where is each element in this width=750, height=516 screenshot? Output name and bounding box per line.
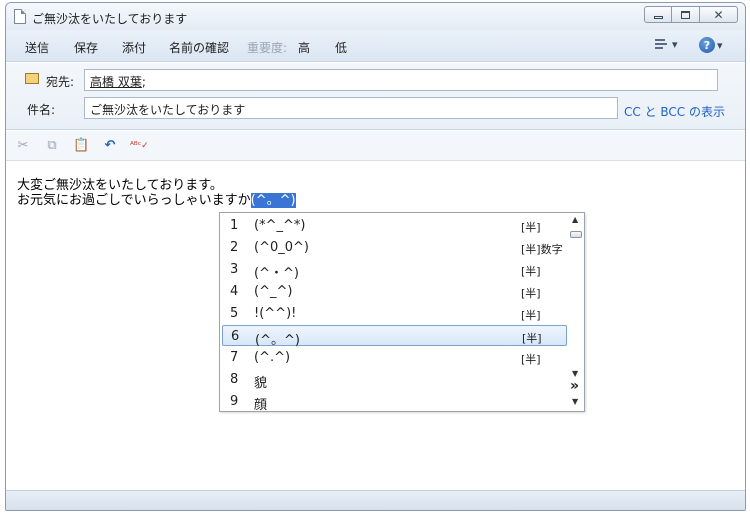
message-window: ご無沙汰をいたしております ✕ 送信 保存 添付 名前の確認 重要度: 高 低 … xyxy=(5,2,746,511)
candidate-number: 2 xyxy=(230,240,239,255)
candidate-text: (^。^) xyxy=(255,333,300,348)
help-menu-button[interactable]: ? ▾ xyxy=(699,37,723,53)
copy-icon[interactable]: ⧉ xyxy=(44,138,60,154)
document-icon xyxy=(14,9,26,24)
close-button[interactable]: ✕ xyxy=(700,6,738,23)
candidate-item[interactable]: 2 (^0_0^) [半]数字 xyxy=(222,237,567,258)
candidate-text: 貌 xyxy=(254,376,268,391)
save-button[interactable]: 保存 xyxy=(74,39,98,56)
candidate-text: !(^^)! xyxy=(254,306,297,321)
expand-icon[interactable]: » xyxy=(570,378,579,394)
maximize-icon xyxy=(681,10,690,19)
importance-low-button[interactable]: 低 xyxy=(335,39,347,56)
spellcheck-icon[interactable]: ᴬᴮᶜ✓ xyxy=(130,138,149,154)
candidate-tag: [半] xyxy=(521,221,541,234)
candidate-number: 3 xyxy=(230,262,239,277)
candidate-number: 1 xyxy=(230,218,239,233)
scroll-down-icon[interactable]: ▼ xyxy=(572,369,578,378)
header-fields: 宛先: 高橋 双葉; 件名: ご無沙汰をいたしております CC と BCC の表… xyxy=(6,63,745,130)
minimize-button[interactable] xyxy=(644,6,672,23)
candidate-tag: [半] xyxy=(521,287,541,300)
attach-button[interactable]: 添付 xyxy=(122,39,146,56)
candidate-item[interactable]: 6 (^。^) [半] xyxy=(222,325,567,348)
candidate-item[interactable]: 4 (^_^) [半] xyxy=(222,281,567,302)
subject-field[interactable]: ご無沙汰をいたしております xyxy=(84,97,618,119)
scroll-up-icon[interactable]: ▲ xyxy=(572,215,578,224)
candidate-number: 7 xyxy=(230,350,239,365)
to-field[interactable]: 高橋 双葉; xyxy=(84,69,718,91)
chevron-down-icon: ▾ xyxy=(672,37,678,51)
candidate-scrollbar[interactable]: ▲ ▼ » ▼ xyxy=(569,215,583,409)
body-line-2: お元気にお過ごしでいらっしゃいますか(^。^) xyxy=(17,193,296,208)
selected-text[interactable]: (^。^) xyxy=(250,193,296,208)
candidate-text: (^_^) xyxy=(254,284,293,299)
candidate-item[interactable]: 7 (^.^) [半] xyxy=(222,347,567,368)
minimize-icon xyxy=(653,15,663,19)
window-controls: ✕ xyxy=(644,6,738,23)
body-line-1: 大変ご無沙汰をいたしております。 xyxy=(17,178,223,193)
format-toolbar: ✂ ⧉ 📋 ↶ ᴬᴮᶜ✓ xyxy=(6,131,745,161)
recipient-separator: ; xyxy=(141,75,146,89)
view-menu-button[interactable]: ▾ xyxy=(654,37,678,51)
page-down-icon[interactable]: ▼ xyxy=(572,397,578,406)
candidate-text: (^・^) xyxy=(254,266,299,281)
title-bar: ご無沙汰をいたしております ✕ xyxy=(6,3,745,30)
candidate-item[interactable]: 3 (^・^) [半] xyxy=(222,259,567,281)
status-bar xyxy=(6,490,745,510)
candidate-number: 8 xyxy=(230,372,239,387)
scroll-thumb[interactable] xyxy=(570,231,582,238)
send-button[interactable]: 送信 xyxy=(25,39,49,56)
candidate-text: 顔 xyxy=(254,398,268,413)
candidate-tag: [半]数字 xyxy=(521,243,563,256)
chevron-down-icon: ▾ xyxy=(717,38,723,52)
body-line-2-text: お元気にお過ごしでいらっしゃいますか xyxy=(17,193,251,208)
candidate-number: 6 xyxy=(231,329,240,344)
candidate-tag: [半] xyxy=(521,265,541,278)
view-icon xyxy=(654,37,670,51)
close-icon: ✕ xyxy=(713,7,724,22)
candidate-item[interactable]: 5 !(^^)! [半] xyxy=(222,303,567,324)
to-label[interactable]: 宛先: xyxy=(46,73,74,90)
show-cc-bcc-link[interactable]: CC と BCC の表示 xyxy=(624,103,725,120)
help-icon: ? xyxy=(699,37,715,53)
check-names-button[interactable]: 名前の確認 xyxy=(169,39,229,56)
subject-label: 件名: xyxy=(27,103,56,117)
paste-icon[interactable]: 📋 xyxy=(73,138,89,154)
importance-high-button[interactable]: 高 xyxy=(298,39,310,56)
message-body[interactable]: 大変ご無沙汰をいたしております。 お元気にお過ごしでいらっしゃいますか(^。^) xyxy=(17,178,296,208)
candidate-text: (*^_^*) xyxy=(254,218,306,233)
ime-candidate-list: 1 (*^_^*) [半] 2 (^0_0^) [半]数字 3 (^・^) [半] 4 (^_^) [… xyxy=(219,212,585,413)
subject-value: ご無沙汰をいたしております xyxy=(90,103,246,117)
candidate-item[interactable]: 8貌 xyxy=(222,369,567,391)
window-title: ご無沙汰をいたしております xyxy=(32,12,188,26)
candidate-item[interactable]: 1 (*^_^*) [半] xyxy=(222,215,567,236)
candidate-tag: [半] xyxy=(521,309,541,322)
command-bar: 送信 保存 添付 名前の確認 重要度: 高 低 ▾ ? ▾ xyxy=(6,30,745,62)
candidate-tag: [半] xyxy=(522,332,542,345)
importance-label: 重要度: xyxy=(247,41,288,55)
maximize-button[interactable] xyxy=(672,6,700,23)
candidate-number: 4 xyxy=(230,284,239,299)
candidate-number: 9 xyxy=(230,394,239,409)
candidate-number: 5 xyxy=(230,306,239,321)
cut-icon[interactable]: ✂ xyxy=(15,138,31,154)
recipient-name[interactable]: 高橋 双葉 xyxy=(90,75,142,89)
undo-icon[interactable]: ↶ xyxy=(102,138,118,154)
address-book-icon[interactable] xyxy=(25,73,39,84)
candidate-text: (^.^) xyxy=(254,350,291,365)
candidate-item[interactable]: 9顔 xyxy=(222,391,567,413)
candidate-text: (^0_0^) xyxy=(254,240,309,255)
candidate-tag: [半] xyxy=(521,353,541,366)
